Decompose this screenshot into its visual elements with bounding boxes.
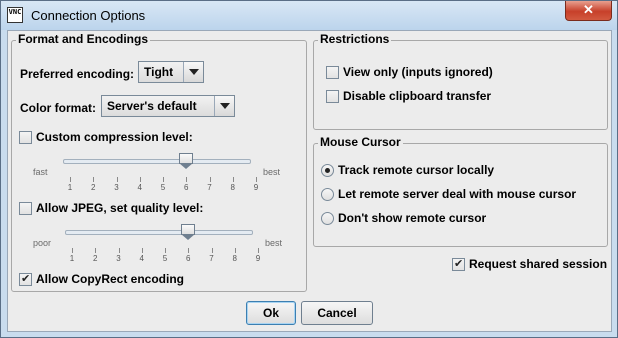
compression-slider-track[interactable] <box>63 159 251 164</box>
radio-server-cursor-label: Let remote server deal with mouse cursor <box>338 187 577 201</box>
slider-tick-label: 3 <box>114 183 119 192</box>
slider-tick-label: 7 <box>209 254 214 263</box>
slider-tick-label: 9 <box>253 183 259 192</box>
slider-tick-label: 9 <box>255 254 261 263</box>
slider-tick-label: 2 <box>93 254 98 263</box>
slider-tick <box>118 248 120 253</box>
group-title-restrictions: Restrictions <box>318 32 392 46</box>
chevron-down-icon[interactable] <box>214 96 234 116</box>
slider-tick-label: 7 <box>207 183 212 192</box>
color-format-select[interactable]: Server's default <box>101 95 235 117</box>
slider-tick-label: 5 <box>162 254 168 263</box>
vnc-app-icon: VNC <box>7 7 23 23</box>
radio-hide-cursor[interactable] <box>321 212 334 225</box>
view-only-checkbox[interactable] <box>326 66 339 79</box>
shared-session-checkbox[interactable] <box>452 257 465 271</box>
slider-tick-label: 4 <box>137 183 142 192</box>
slider-tick <box>186 177 188 182</box>
slider-tick <box>165 248 166 253</box>
slider-tick-label: 1 <box>67 183 73 192</box>
jpeg-left-label: poor <box>33 238 52 248</box>
title-bar[interactable]: VNC Connection Options ✕ <box>1 1 617 30</box>
mouse-cursor-group: Mouse Cursor Track remote cursor locally… <box>313 135 608 247</box>
color-format-value: Server's default <box>107 99 197 113</box>
slider-tick <box>232 177 234 182</box>
close-button[interactable]: ✕ <box>565 1 612 21</box>
slider-tick-label: 2 <box>91 183 96 192</box>
radio-hide-cursor-label: Don't show remote cursor <box>338 211 487 225</box>
preferred-encoding-select[interactable]: Tight <box>138 61 204 83</box>
custom-compression-checkbox[interactable] <box>19 131 32 144</box>
chevron-down-icon[interactable] <box>183 62 203 82</box>
jpeg-slider-ticks: 1 2 3 4 5 6 7 8 9 <box>12 248 308 266</box>
slider-tick <box>188 248 190 253</box>
radio-track-cursor-label: Track remote cursor locally <box>338 163 495 177</box>
slider-tick <box>141 248 143 253</box>
disable-clipboard-label: Disable clipboard transfer <box>343 89 492 103</box>
slider-tick-label: 5 <box>160 183 166 192</box>
group-title-format: Format and Encodings <box>16 32 151 46</box>
custom-compression-label: Custom compression level: <box>36 130 193 144</box>
ok-button[interactable]: Ok <box>246 301 296 325</box>
preferred-encoding-value: Tight <box>144 65 174 79</box>
allow-copyrect-label: Allow CopyRect encoding <box>36 272 185 286</box>
slider-tick <box>70 177 71 182</box>
cancel-button[interactable]: Cancel <box>301 301 373 325</box>
slider-tick <box>234 248 236 253</box>
format-encodings-group: Format and Encodings Preferred encoding:… <box>11 32 308 292</box>
slider-tick-label: 4 <box>139 254 144 263</box>
slider-tick <box>258 248 259 253</box>
slider-tick <box>256 177 257 182</box>
slider-tick <box>209 177 211 182</box>
slider-tick-label: 3 <box>116 254 121 263</box>
radio-track-cursor[interactable] <box>321 164 334 177</box>
slider-tick <box>93 177 95 182</box>
compression-right-label: best <box>263 167 281 177</box>
slider-tick <box>211 248 213 253</box>
allow-jpeg-label: Allow JPEG, set quality level: <box>36 201 204 215</box>
slider-tick <box>116 177 118 182</box>
compression-left-label: fast <box>33 167 48 177</box>
color-format-label: Color format: <box>20 101 96 115</box>
slider-tick <box>139 177 141 182</box>
compression-slider-ticks: 1 2 3 4 5 6 7 8 9 <box>12 177 308 195</box>
restrictions-group: Restrictions View only (inputs ignored) … <box>313 32 608 130</box>
slider-tick-label: 6 <box>184 183 189 192</box>
connection-options-window: VNC Connection Options ✕ Format and Enco… <box>0 0 618 338</box>
dialog-content: Format and Encodings Preferred encoding:… <box>7 30 612 332</box>
slider-tick-label: 1 <box>69 254 75 263</box>
window-title: Connection Options <box>31 8 146 23</box>
slider-tick <box>95 248 97 253</box>
allow-jpeg-checkbox[interactable] <box>19 202 32 215</box>
view-only-label: View only (inputs ignored) <box>343 65 493 79</box>
slider-tick <box>163 177 164 182</box>
jpeg-slider-track[interactable] <box>65 230 253 235</box>
close-icon: ✕ <box>583 2 594 17</box>
disable-clipboard-checkbox[interactable] <box>326 90 339 103</box>
slider-tick-label: 6 <box>186 254 191 263</box>
preferred-encoding-label: Preferred encoding: <box>20 67 135 81</box>
radio-server-cursor[interactable] <box>321 188 334 201</box>
allow-copyrect-checkbox[interactable] <box>19 272 32 286</box>
slider-tick-label: 8 <box>232 254 237 263</box>
slider-tick-label: 8 <box>230 183 235 192</box>
slider-tick <box>72 248 73 253</box>
jpeg-right-label: best <box>265 238 283 248</box>
shared-session-label: Request shared session <box>469 257 608 271</box>
group-title-mouse: Mouse Cursor <box>318 135 403 149</box>
